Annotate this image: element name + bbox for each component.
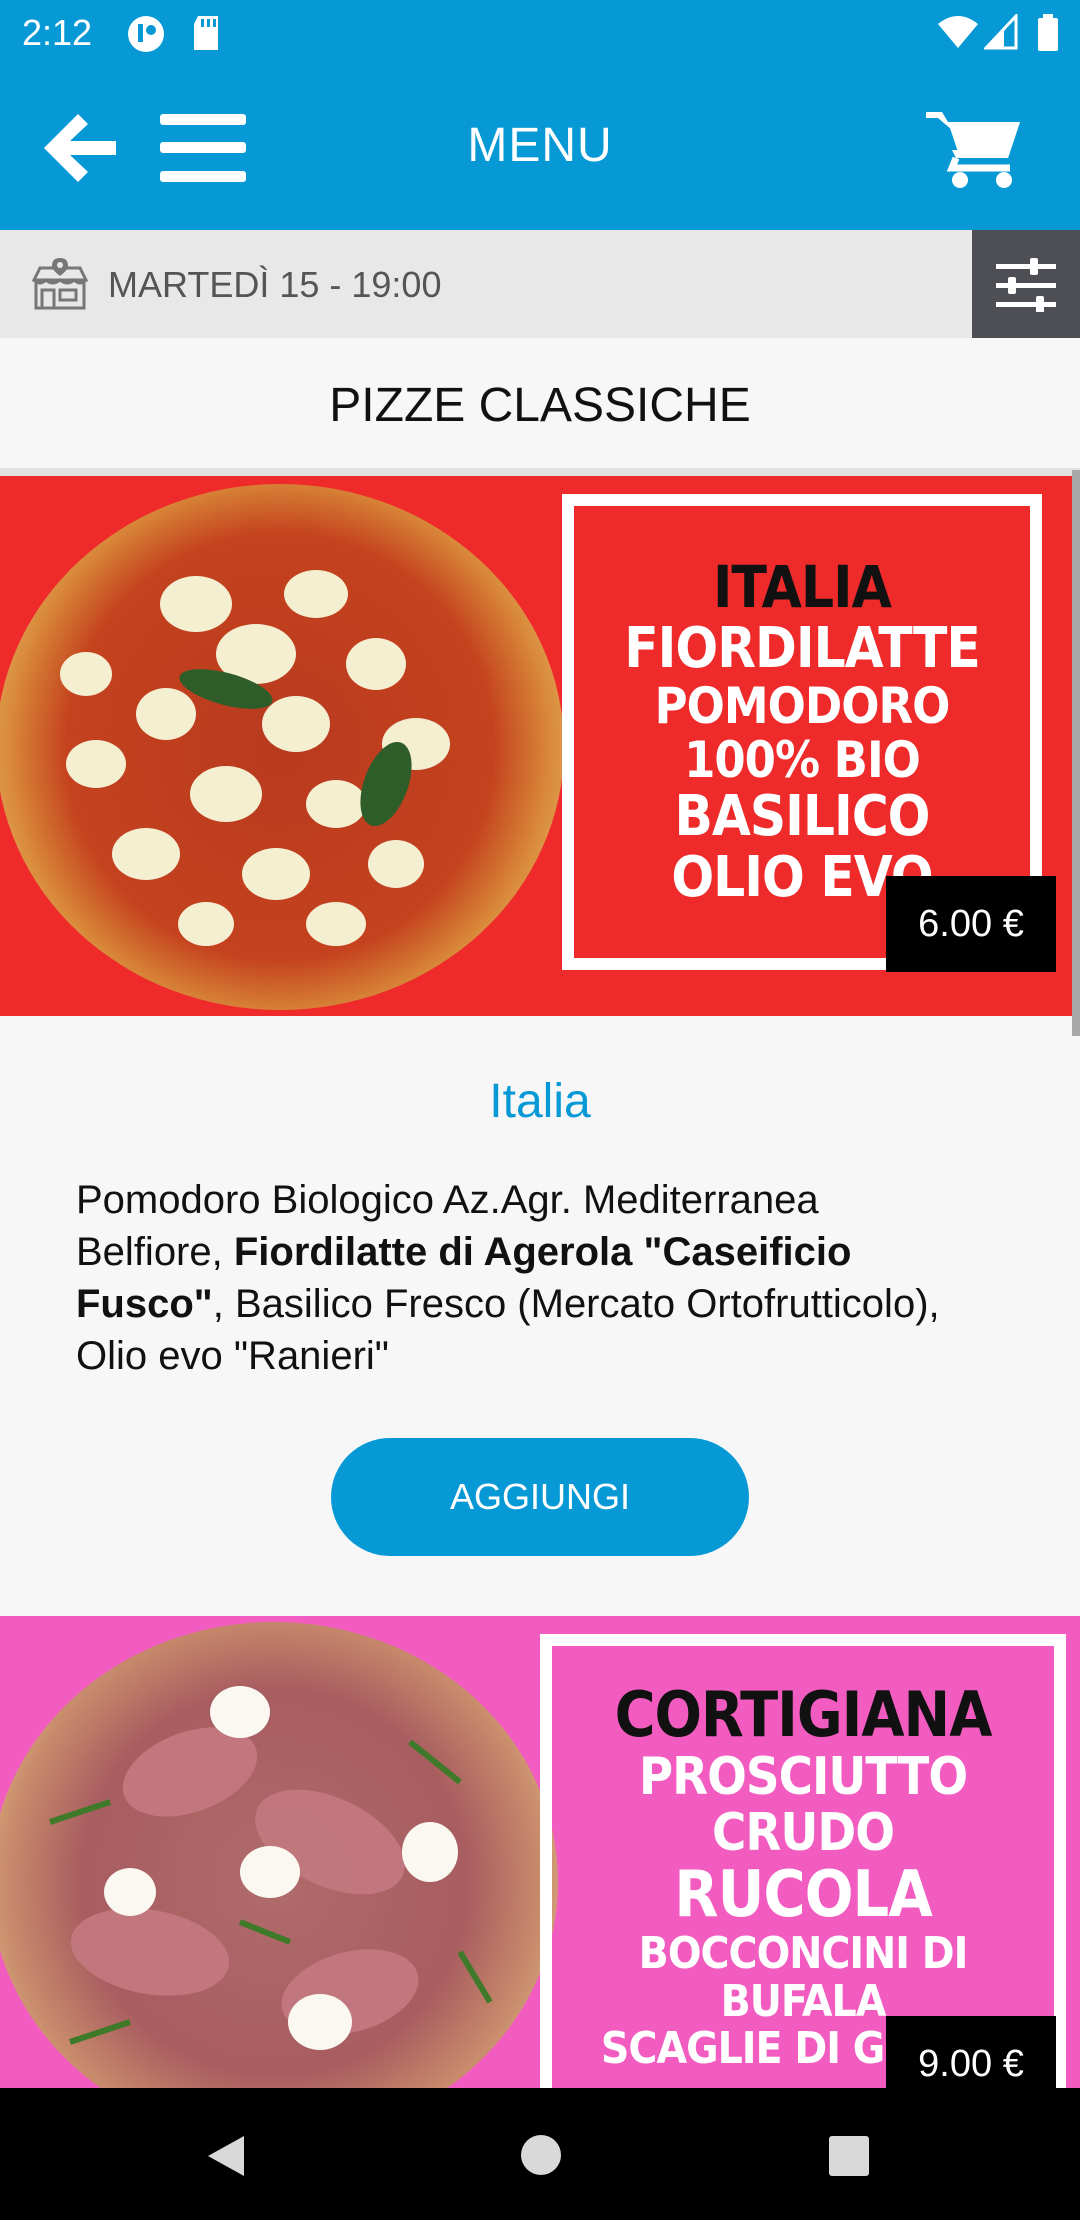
promo-line: POMODORO 100% BIO bbox=[654, 677, 951, 790]
store-location-icon bbox=[31, 256, 89, 317]
status-time: 2:12 bbox=[22, 12, 93, 53]
product-image[interactable]: ITALIA FIORDILATTE POMODORO 100% BIO BAS… bbox=[0, 476, 1080, 1016]
back-triangle-icon[interactable] bbox=[206, 2134, 246, 2183]
wifi-icon bbox=[936, 14, 980, 55]
signal-icon bbox=[982, 12, 1018, 55]
home-circle-icon[interactable] bbox=[520, 2134, 562, 2181]
scrollbar[interactable] bbox=[1072, 470, 1080, 1036]
promo-line: BOCCONCINI DI BUFALA bbox=[638, 1928, 969, 2027]
product-description: Pomodoro Biologico Az.Agr. Mediterranea … bbox=[76, 1174, 956, 1382]
app-bar: MENU bbox=[0, 66, 1080, 230]
battery-icon bbox=[1036, 14, 1060, 57]
pizza-photo bbox=[0, 484, 564, 1010]
cart-icon[interactable] bbox=[926, 108, 1022, 195]
recents-square-icon[interactable] bbox=[828, 2136, 870, 2181]
pizza-photo bbox=[0, 1622, 558, 2088]
category-title: PIZZE CLASSICHE bbox=[329, 379, 751, 432]
price-tag: 9.00 € bbox=[886, 2016, 1056, 2088]
sliders-icon bbox=[996, 258, 1056, 317]
promo-line: RUCOLA bbox=[674, 1858, 933, 1933]
promo-line: PROSCIUTTO CRUDO bbox=[638, 1746, 968, 1864]
sd-card-icon bbox=[190, 14, 222, 57]
promo-line: BASILICO bbox=[674, 784, 930, 850]
status-bar: 2:12 bbox=[0, 0, 1080, 66]
price-tag: 6.00 € bbox=[886, 876, 1056, 972]
promo-line: CORTIGIANA bbox=[614, 1678, 993, 1751]
date-filter-bar: MARTEDÌ 15 - 19:00 bbox=[0, 230, 1080, 338]
page-title: MENU bbox=[467, 119, 613, 172]
product-name: Italia bbox=[489, 1075, 591, 1128]
filter-button[interactable] bbox=[972, 230, 1080, 338]
promo-line: FIORDILATTE bbox=[624, 615, 981, 681]
product-image[interactable]: CORTIGIANA PROSCIUTTO CRUDO RUCOLA BOCCO… bbox=[0, 1616, 1080, 2088]
app-notification-icon bbox=[126, 14, 166, 59]
promo-line: ITALIA bbox=[713, 552, 892, 621]
system-nav-bar bbox=[0, 2088, 1080, 2220]
delivery-date-time[interactable]: MARTEDÌ 15 - 19:00 bbox=[108, 264, 441, 306]
add-button[interactable]: AGGIUNGI bbox=[331, 1438, 749, 1556]
divider bbox=[0, 468, 1080, 476]
